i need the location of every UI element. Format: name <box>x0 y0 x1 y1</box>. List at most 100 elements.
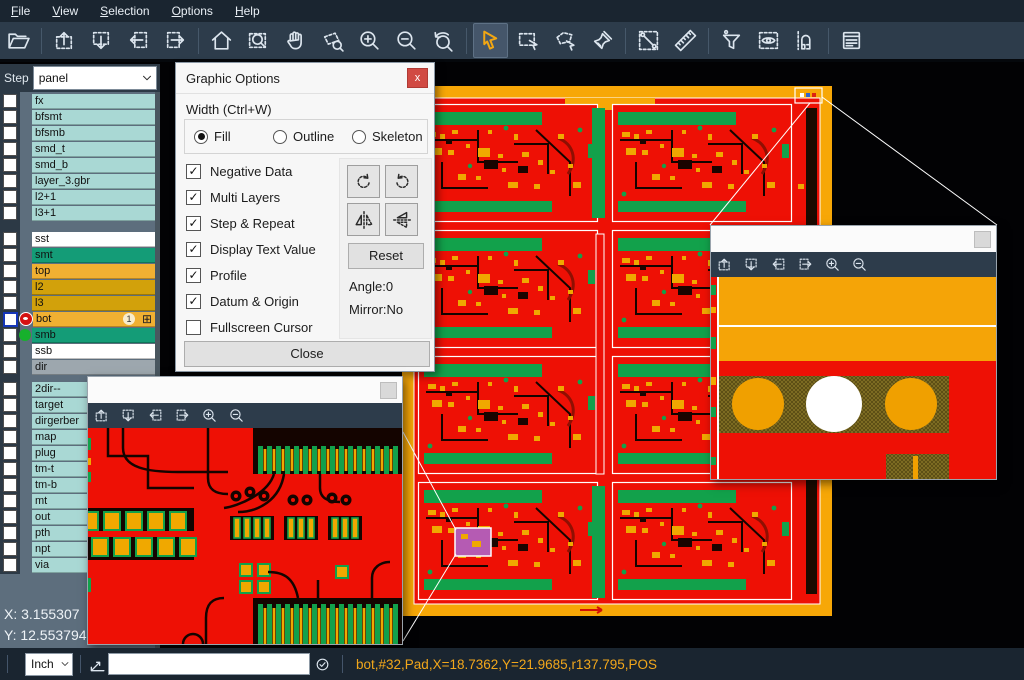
layer-name[interactable]: bfsmb <box>32 126 155 141</box>
polygon-select-button[interactable] <box>547 24 584 58</box>
close-button[interactable]: Close <box>184 341 430 367</box>
layer-visibility-checkbox[interactable] <box>3 280 17 294</box>
layer-name[interactable]: l2+1 <box>32 190 155 205</box>
menu-selection[interactable]: Selection <box>89 4 160 18</box>
magnifier-content[interactable] <box>711 277 996 479</box>
checkbox-display-text-value[interactable]: ✓Display Text Value <box>186 236 316 262</box>
layer-name[interactable]: layer_3.gbr <box>32 174 155 189</box>
checkbox-profile[interactable]: ✓Profile <box>186 262 316 288</box>
flip-vertical-button[interactable] <box>385 203 418 236</box>
report-button[interactable] <box>833 24 870 58</box>
layer-visibility-checkbox[interactable] <box>3 110 17 124</box>
checkbox-datum-origin[interactable]: ✓Datum & Origin <box>186 288 316 314</box>
radio-outline[interactable]: Outline <box>273 129 343 144</box>
magnifier-titlebar[interactable] <box>88 377 402 403</box>
step-select[interactable]: panel <box>33 66 157 90</box>
layer-name[interactable]: fx <box>32 94 155 109</box>
pan-right-button[interactable] <box>169 405 196 427</box>
layer-visibility-checkbox[interactable] <box>3 462 17 476</box>
layer-visibility-checkbox[interactable] <box>3 558 17 572</box>
zoom-object-button[interactable] <box>314 24 351 58</box>
zoom-in-button[interactable] <box>351 24 388 58</box>
layer-visibility-checkbox[interactable] <box>3 430 17 444</box>
menu-file[interactable]: File <box>0 4 41 18</box>
layer-name[interactable]: l3 <box>32 296 155 311</box>
layer-visibility-checkbox[interactable] <box>3 174 17 188</box>
corner-reference-button[interactable] <box>88 654 108 674</box>
checkbox-fullscreen-cursor[interactable]: Fullscreen Cursor <box>186 314 316 340</box>
zoom-window-button[interactable] <box>240 24 277 58</box>
unit-select[interactable]: Inch <box>25 653 73 676</box>
layer-visibility-checkbox[interactable] <box>3 126 17 140</box>
zoom-previous-button[interactable] <box>425 24 462 58</box>
magnifier-titlebar[interactable] <box>711 226 996 252</box>
radio-fill[interactable]: Fill <box>194 129 264 144</box>
select-cursor-button[interactable] <box>473 23 508 58</box>
dialog-close-button[interactable]: x <box>407 68 428 88</box>
home-view-button[interactable] <box>203 24 240 58</box>
layer-visibility-checkbox[interactable] <box>3 360 17 374</box>
layer-name[interactable]: bot1⊞ <box>33 312 155 327</box>
pan-up-button[interactable] <box>711 254 738 276</box>
layer-visibility-checkbox[interactable] <box>3 328 17 342</box>
layer-name[interactable]: l2 <box>32 280 155 295</box>
pan-right-button[interactable] <box>157 24 194 58</box>
layer-visibility-checkbox[interactable] <box>3 264 17 278</box>
layer-visibility-checkbox[interactable] <box>3 232 17 246</box>
flip-horizontal-button[interactable] <box>347 203 380 236</box>
zoom-in-button[interactable] <box>819 254 846 276</box>
layer-active-indicator-red[interactable] <box>19 312 33 326</box>
zoom-in-button[interactable] <box>196 405 223 427</box>
pan-up-button[interactable] <box>46 24 83 58</box>
layer-visibility-checkbox[interactable] <box>3 344 17 358</box>
open-file-button[interactable] <box>0 24 37 58</box>
layer-name[interactable]: smb <box>32 328 155 343</box>
layer-active-indicator-green[interactable] <box>19 329 31 341</box>
layer-visibility-checkbox[interactable] <box>3 526 17 540</box>
zoom-out-button[interactable] <box>846 254 873 276</box>
command-input[interactable] <box>108 653 310 675</box>
pan-left-button[interactable] <box>142 405 169 427</box>
pan-down-button[interactable] <box>83 24 120 58</box>
layer-visibility-checkbox[interactable] <box>3 398 17 412</box>
magnifier-content[interactable] <box>88 428 402 644</box>
layer-visibility-checkbox[interactable] <box>3 542 17 556</box>
preview-button[interactable] <box>750 24 787 58</box>
layer-visibility-checkbox[interactable] <box>3 312 18 327</box>
layer-visibility-checkbox[interactable] <box>3 206 17 220</box>
menu-view[interactable]: View <box>41 4 89 18</box>
menu-help[interactable]: Help <box>224 4 271 18</box>
zoom-out-button[interactable] <box>388 24 425 58</box>
layer-name[interactable]: l3+1 <box>32 206 155 221</box>
rotate-cw-button[interactable] <box>347 165 380 198</box>
pan-down-button[interactable] <box>115 405 142 427</box>
zoom-out-button[interactable] <box>223 405 250 427</box>
layer-visibility-checkbox[interactable] <box>3 478 17 492</box>
layer-visibility-checkbox[interactable] <box>3 94 17 108</box>
pan-left-button[interactable] <box>765 254 792 276</box>
checkbox-step-repeat[interactable]: ✓Step & Repeat <box>186 210 316 236</box>
layer-visibility-checkbox[interactable] <box>3 414 17 428</box>
layer-name[interactable]: bfsmt <box>32 110 155 125</box>
layer-name[interactable]: ssb <box>32 344 155 359</box>
layer-name[interactable]: smt <box>32 248 155 263</box>
layer-visibility-checkbox[interactable] <box>3 382 17 396</box>
apply-button[interactable] <box>310 656 335 673</box>
layer-name[interactable]: top <box>32 264 155 279</box>
grid-icon[interactable]: ⊞ <box>142 312 152 326</box>
magnifier-window-button[interactable] <box>380 382 397 399</box>
measure-line-button[interactable] <box>630 24 667 58</box>
layer-name[interactable]: smd_t <box>32 142 155 157</box>
snap-button[interactable] <box>787 24 824 58</box>
layer-name[interactable]: sst <box>32 232 155 247</box>
radio-skeleton[interactable]: Skeleton <box>352 129 422 144</box>
rect-select-button[interactable] <box>510 24 547 58</box>
layer-visibility-checkbox[interactable] <box>3 510 17 524</box>
layer-name[interactable]: dir <box>32 360 155 375</box>
magnifier-window-button[interactable] <box>974 231 991 248</box>
dialog-titlebar[interactable]: Graphic Options x <box>176 63 434 94</box>
pan-left-button[interactable] <box>120 24 157 58</box>
clean-brush-button[interactable] <box>584 24 621 58</box>
checkbox-multi-layers[interactable]: ✓Multi Layers <box>186 184 316 210</box>
layer-name[interactable]: smd_b <box>32 158 155 173</box>
